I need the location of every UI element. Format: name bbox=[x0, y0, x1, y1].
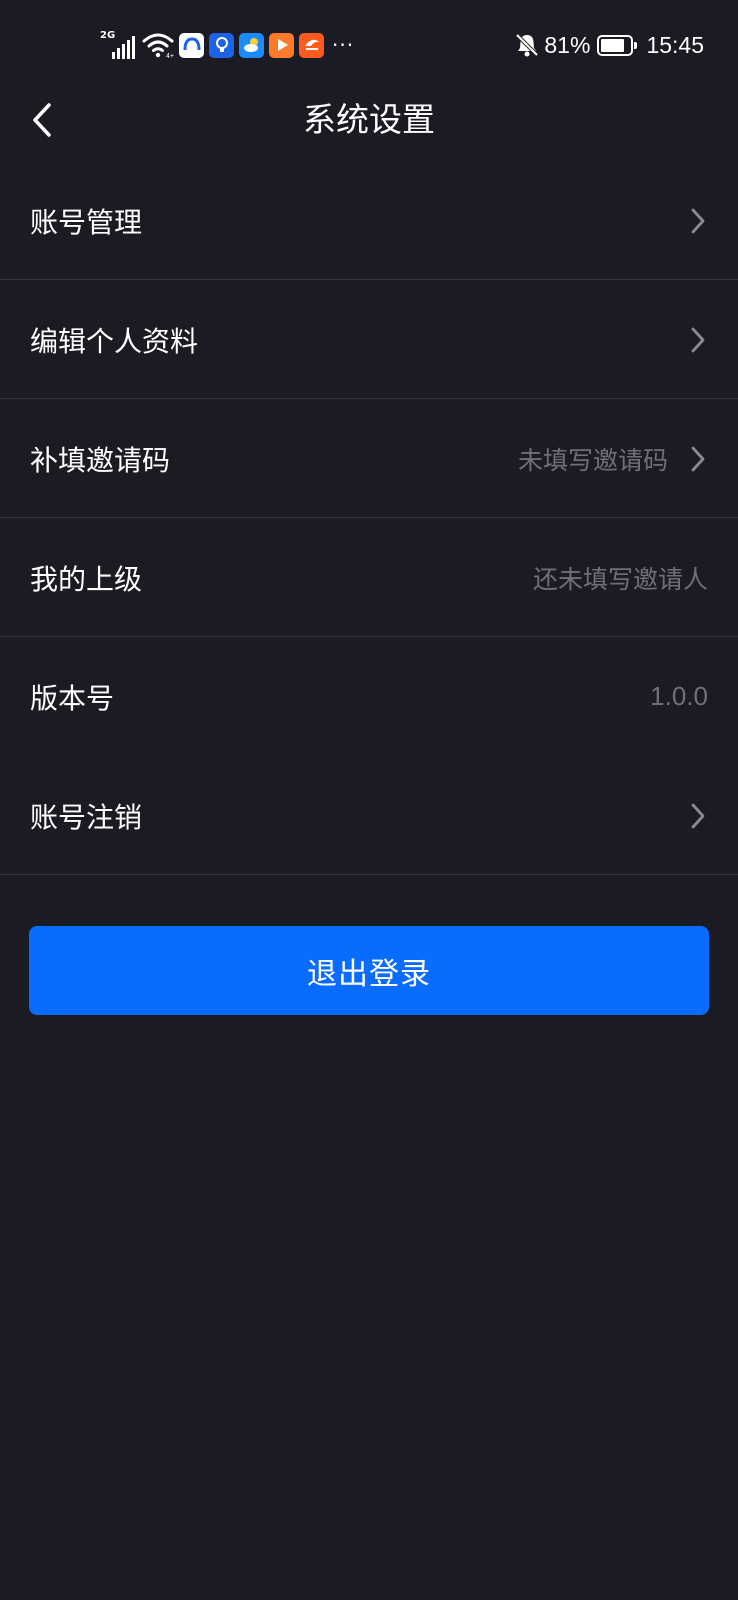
battery-percent: 81% bbox=[544, 31, 591, 58]
app-icon-1 bbox=[179, 32, 204, 58]
app-icon-5 bbox=[299, 32, 324, 58]
settings-item-my-superior: 我的上级 还未填写邀请人 bbox=[0, 518, 738, 637]
app-icon-3 bbox=[239, 32, 264, 58]
settings-item-account-deletion[interactable]: 账号注销 bbox=[0, 756, 738, 875]
settings-item-label: 账号注销 bbox=[30, 800, 143, 834]
more-notifications-icon: ··· bbox=[332, 33, 355, 57]
svg-text:4+: 4+ bbox=[166, 53, 174, 59]
bell-muted-icon bbox=[515, 33, 539, 57]
settings-item-label: 补填邀请码 bbox=[30, 443, 171, 477]
wifi-icon: 4+ bbox=[142, 33, 174, 59]
page-title: 系统设置 bbox=[303, 100, 435, 139]
settings-item-label: 账号管理 bbox=[30, 205, 143, 239]
settings-item-value: 还未填写邀请人 bbox=[532, 564, 708, 594]
settings-item-label: 版本号 bbox=[30, 681, 115, 715]
status-bar: 2G 4+ ··· 81% 15:45 bbox=[0, 0, 738, 92]
cellular-signal-icon: 2G bbox=[100, 31, 138, 59]
settings-list: 账号管理 编辑个人资料 补填邀请码 未填写邀请码 我的上级 还未填写邀请人 版本… bbox=[0, 161, 738, 875]
settings-item-version: 版本号 1.0.0 bbox=[0, 637, 738, 756]
settings-item-value: 未填写邀请码 bbox=[517, 445, 668, 475]
app-icon-4 bbox=[269, 32, 294, 58]
settings-item-value: 1.0.0 bbox=[650, 681, 708, 711]
chevron-right-icon bbox=[688, 206, 708, 236]
settings-item-edit-profile[interactable]: 编辑个人资料 bbox=[0, 280, 738, 399]
status-right: 81% 15:45 bbox=[514, 28, 704, 62]
settings-item-invite-code[interactable]: 补填邀请码 未填写邀请码 bbox=[0, 399, 738, 518]
settings-item-label: 编辑个人资料 bbox=[30, 324, 199, 358]
logout-button[interactable]: 退出登录 bbox=[29, 926, 709, 1015]
nav-bar: 系统设置 bbox=[0, 92, 738, 148]
chevron-right-icon bbox=[688, 325, 708, 355]
battery-icon bbox=[597, 34, 638, 56]
settings-item-label: 我的上级 bbox=[30, 562, 143, 596]
app-icon-2 bbox=[209, 32, 234, 58]
chevron-right-icon bbox=[688, 444, 708, 474]
status-left: 2G 4+ ··· bbox=[100, 30, 354, 60]
clock: 15:45 bbox=[646, 31, 704, 58]
settings-item-account-management[interactable]: 账号管理 bbox=[0, 161, 738, 280]
chevron-right-icon bbox=[688, 801, 708, 831]
